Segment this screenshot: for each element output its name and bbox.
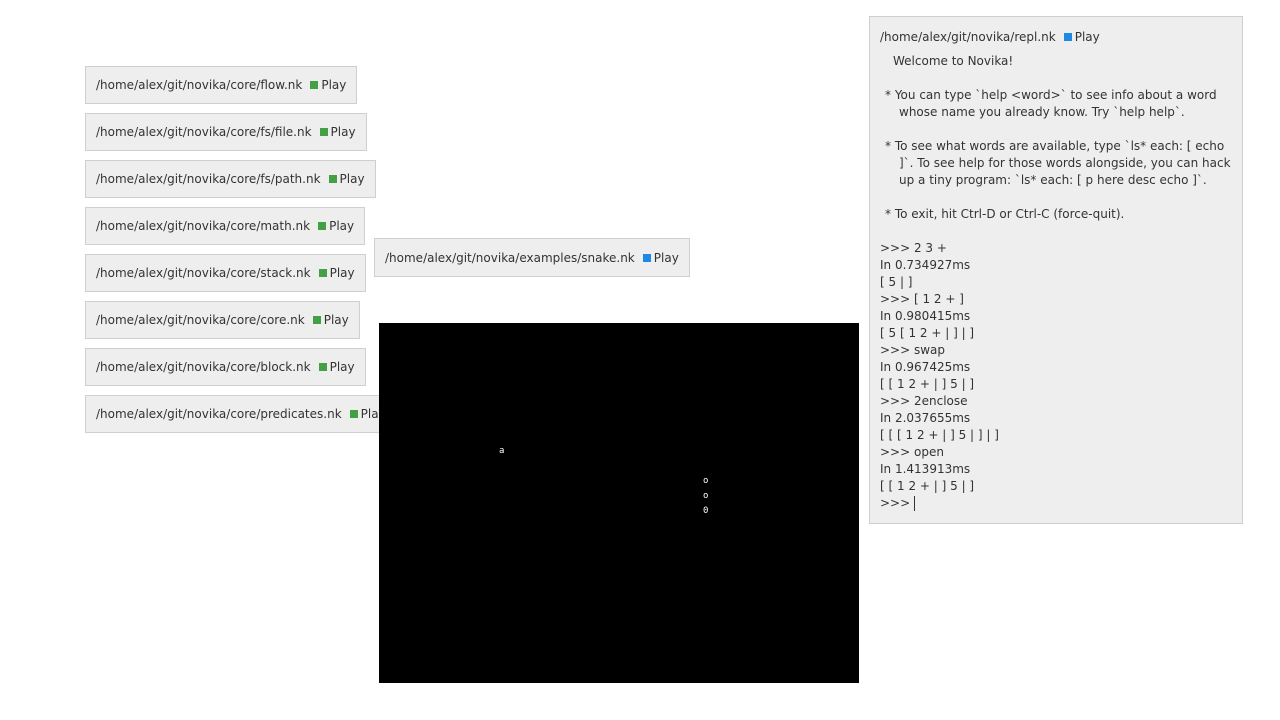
file-path: /home/alex/git/novika/core/block.nk [96, 360, 311, 374]
history-line: In 2.037655ms [880, 411, 971, 425]
history-line: >>> 2enclose [880, 394, 968, 408]
file-stack: /home/alex/git/novika/core/stack.nk Play [85, 254, 366, 292]
history-line: >>> open [880, 445, 944, 459]
history-line: [ [ [ 1 2 + | ] 5 | ] | ] [880, 428, 999, 442]
repl-panel: /home/alex/git/novika/repl.nk Play Welco… [869, 16, 1243, 524]
file-math: /home/alex/git/novika/core/math.nk Play [85, 207, 366, 245]
play-button[interactable]: Play [312, 313, 349, 327]
snake-canvas[interactable]: a o o 0 [379, 323, 859, 683]
history-line: In 0.734927ms [880, 258, 971, 272]
file-path: /home/alex/git/novika/core/stack.nk [96, 266, 311, 280]
play-label: Play [653, 250, 679, 265]
history-line: >>> [ 1 2 + ] [880, 292, 964, 306]
file-fs-path: /home/alex/git/novika/core/fs/path.nk Pl… [85, 160, 376, 198]
play-button[interactable]: Play [319, 125, 356, 139]
play-button[interactable]: Play [328, 172, 365, 186]
tip-text: * You can type `help <word>` to see info… [885, 88, 1217, 119]
play-button[interactable]: Play [318, 360, 355, 374]
play-label: Play [329, 219, 355, 233]
play-icon [349, 410, 358, 418]
play-icon [310, 81, 319, 89]
play-icon [318, 222, 327, 230]
play-button[interactable]: Play [310, 78, 346, 92]
play-label: Play [330, 125, 356, 139]
file-path: /home/alex/git/novika/examples/snake.nk [385, 250, 635, 265]
file-path: /home/alex/git/novika/core/math.nk [96, 219, 311, 233]
file-predicates: /home/alex/git/novika/core/predicates.nk… [85, 395, 397, 433]
play-label: Play [323, 313, 349, 327]
file-flow: /home/alex/git/novika/core/flow.nk Play [85, 66, 358, 104]
play-icon [312, 316, 321, 324]
play-label: Play [329, 266, 355, 280]
repl-header: /home/alex/git/novika/repl.nk Play [880, 27, 1232, 47]
history-line: In 0.980415ms [880, 309, 971, 323]
welcome-text: Welcome to Novika! [893, 54, 1014, 68]
history-line: [ [ 1 2 + | ] 5 | ] [880, 377, 975, 391]
history-line: [ [ 1 2 + | ] 5 | ] [880, 479, 975, 493]
file-path: /home/alex/git/novika/core/fs/file.nk [96, 125, 312, 139]
snake-body-glyph: o [703, 491, 709, 501]
play-button[interactable]: Play [1063, 30, 1100, 44]
history-line: >>> swap [880, 343, 946, 357]
history-line: [ 5 [ 1 2 + | ] | ] [880, 326, 975, 340]
play-label: Play [1074, 30, 1100, 44]
play-icon [642, 253, 651, 262]
play-icon [1063, 33, 1072, 41]
tip-item: * To see what words are available, type … [880, 138, 1232, 189]
file-snake: /home/alex/git/novika/examples/snake.nk … [374, 238, 690, 277]
history-line: >>> 2 3 + [880, 241, 947, 255]
play-icon [318, 269, 327, 277]
history-line: [ 5 | ] [880, 275, 913, 289]
history-line: In 1.413913ms [880, 462, 971, 476]
play-icon [328, 175, 337, 183]
text-cursor [914, 496, 916, 511]
file-core: /home/alex/git/novika/core/core.nk Play [85, 301, 360, 339]
repl-input[interactable]: >>> [880, 495, 1232, 512]
play-button[interactable]: Play [318, 266, 355, 280]
repl-history: >>> 2 3 + In 0.734927ms [ 5 | ] >>> [ 1 … [880, 240, 1232, 512]
play-label: Play [329, 360, 355, 374]
play-icon [318, 363, 327, 371]
file-path: /home/alex/git/novika/core/predicates.nk [96, 407, 342, 421]
snake-body-glyph: o [703, 476, 709, 486]
prompt-symbol: >>> [880, 496, 911, 510]
file-path: /home/alex/git/novika/core/core.nk [96, 313, 305, 327]
play-label: Play [321, 78, 347, 92]
history-line: In 0.967425ms [880, 360, 971, 374]
play-button[interactable]: Play [642, 250, 679, 265]
play-label: Play [339, 172, 365, 186]
snake-head-glyph: 0 [703, 506, 709, 516]
apple-glyph: a [499, 446, 505, 456]
repl-path: /home/alex/git/novika/repl.nk [880, 30, 1056, 44]
file-block: /home/alex/git/novika/core/block.nk Play [85, 348, 366, 386]
tip-item: * You can type `help <word>` to see info… [880, 87, 1232, 121]
file-path: /home/alex/git/novika/core/flow.nk [96, 78, 303, 92]
play-icon [319, 128, 328, 136]
file-fs-file: /home/alex/git/novika/core/fs/file.nk Pl… [85, 113, 367, 151]
play-button[interactable]: Play [318, 219, 354, 233]
tip-text: * To exit, hit Ctrl-D or Ctrl-C (force-q… [885, 207, 1125, 221]
file-path: /home/alex/git/novika/core/fs/path.nk [96, 172, 321, 186]
tip-text: * To see what words are available, type … [885, 139, 1231, 187]
tip-item: * To exit, hit Ctrl-D or Ctrl-C (force-q… [880, 206, 1232, 223]
